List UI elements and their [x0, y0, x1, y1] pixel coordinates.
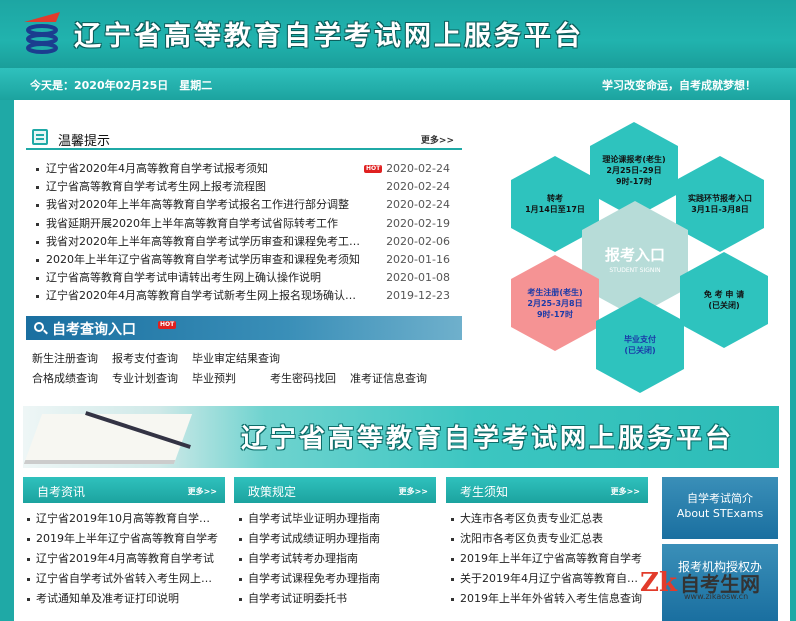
list-item[interactable]: 辽宁省2019年4月高等教育自学考试	[24, 549, 220, 569]
list-item[interactable]: 我省延期开展2020年上半年高等教育自学考试省际转考工作 2020-02-19	[34, 215, 454, 233]
list-item[interactable]: 自学考试证明委托书	[236, 589, 432, 609]
query-link-scores[interactable]: 合格成绩查询	[32, 370, 98, 386]
column-header-candidate-notes: 考生须知 更多>>	[446, 477, 648, 503]
column-more-link[interactable]: 更多>>	[611, 486, 640, 497]
watermark-logo: Zk	[640, 568, 677, 598]
hex-date: 2月25日-29日	[606, 165, 662, 175]
list-item[interactable]: 自学考试毕业证明办理指南	[236, 509, 432, 529]
column-title: 考生须知	[460, 485, 509, 499]
notice-icon	[32, 129, 48, 145]
hex-date: 1月14日至17日	[525, 205, 585, 214]
hex-label: 毕业支付	[624, 335, 656, 344]
list-item[interactable]: 大连市各考区负责专业汇总表	[448, 509, 644, 529]
search-icon	[34, 322, 44, 332]
list-item[interactable]: 辽宁省2020年4月高等教育自学考试新考生网上报名现场确认时间安排 2019-12…	[34, 287, 454, 305]
hex-status: (已关闭)	[708, 301, 740, 310]
list-item[interactable]: 自学考试课程免考办理指南	[236, 569, 432, 589]
list-item[interactable]: 自学考试转考办理指南	[236, 549, 432, 569]
query-link-password-recovery[interactable]: 考生密码找回	[270, 370, 336, 386]
hex-center-title: 报考入口	[604, 246, 665, 264]
list-item[interactable]: 2019年上半年辽宁省高等教育自学考	[448, 549, 644, 569]
column-header-policy: 政策规定 更多>>	[234, 477, 436, 503]
list-item[interactable]: 考试通知单及准考证打印说明	[24, 589, 220, 609]
hex-label: 转考	[547, 194, 563, 203]
notice-date: 2020-02-24	[386, 180, 450, 194]
column-title: 自考资讯	[37, 485, 86, 499]
notice-link[interactable]: 辽宁省2020年4月高等教育自学考试新考生网上报名现场确认时间安排	[46, 287, 364, 305]
site-title: 辽宁省高等教育自学考试网上服务平台	[74, 21, 584, 52]
hex-center-subtitle: STUDENT SIGNIN	[609, 267, 661, 274]
query-link-new-registration[interactable]: 新生注册查询	[32, 350, 98, 366]
column-title: 政策规定	[248, 485, 297, 499]
hex-label: 考生注册(老生)	[527, 287, 583, 297]
date-bar: 今天是：2020年02月25日 星期二 学习改变命运，自考成就梦想！	[0, 68, 796, 100]
site-logo-icon	[24, 12, 60, 54]
notice-date: 2020-02-06	[386, 234, 450, 248]
news-list: 辽宁省2019年10月高等教育自学考试 2019年上半年辽宁省高等教育自学考 辽…	[24, 509, 220, 609]
hex-label: 实践环节报考入口	[688, 194, 752, 203]
notice-more-link[interactable]: 更多>>	[421, 133, 454, 146]
list-item[interactable]: 辽宁省高等教育自学考试申请转出考生网上确认操作说明 2020-01-08	[34, 269, 454, 287]
list-item[interactable]: 2020年上半年辽宁省高等教育自学考试学历审查和课程免考须知 2020-01-16	[34, 251, 454, 269]
query-link-graduation-result[interactable]: 毕业审定结果查询	[192, 350, 280, 366]
hex-date: 3月1日-3月8日	[691, 205, 749, 214]
notice-header: 温馨提示 更多>>	[26, 128, 462, 150]
query-link-admission-ticket[interactable]: 准考证信息查询	[350, 370, 427, 386]
notice-date: 2020-02-24	[386, 198, 450, 212]
notice-link[interactable]: 我省对2020年上半年高等教育自学考试学历审查和课程免考工作进行调整	[46, 233, 364, 251]
notice-link[interactable]: 辽宁省高等教育自学考试考生网上报考流程图	[46, 178, 364, 196]
notice-list: 辽宁省2020年4月高等教育自学考试报考须知 HOT 2020-02-24 辽宁省高…	[34, 160, 454, 306]
list-item[interactable]: 辽宁省高等教育自学考试考生网上报考流程图 2020-02-24	[34, 178, 454, 196]
about-exams-label-cn: 自学考试简介	[687, 492, 753, 505]
notice-date: 2020-02-24	[386, 162, 450, 175]
list-item[interactable]: 我省对2020年上半年高等教育自学考试报名工作进行部分调整 2020-02-24	[34, 196, 454, 214]
list-item[interactable]: 沈阳市各考区负责专业汇总表	[448, 529, 644, 549]
hex-label: 免 考 申 请	[703, 290, 745, 299]
query-link-graduation-forecast[interactable]: 毕业预判	[192, 370, 236, 386]
policy-list: 自学考试毕业证明办理指南 自学考试成绩证明办理指南 自学考试转考办理指南 自学考…	[236, 509, 432, 609]
about-exams-button[interactable]: 自学考试简介 About STExams	[662, 477, 778, 539]
hex-status: (已关闭)	[624, 346, 656, 355]
candidate-notes-list: 大连市各考区负责专业汇总表 沈阳市各考区负责专业汇总表 2019年上半年辽宁省高…	[448, 509, 644, 609]
list-item[interactable]: 我省对2020年上半年高等教育自学考试学历审查和课程免考工作进行调整 2020-0…	[34, 233, 454, 251]
hot-badge: HOT	[364, 165, 383, 173]
notice-date: 2019-12-23	[386, 289, 450, 303]
watermark-url: www.zikaosw.cn	[684, 592, 749, 601]
column-more-link[interactable]: 更多>>	[188, 486, 217, 497]
watermark: Zk 自考生网 www.zikaosw.cn	[640, 566, 792, 606]
query-title: 自考查询入口	[52, 322, 136, 338]
platform-banner: 辽宁省高等教育自学考试网上服务平台	[23, 406, 779, 468]
notice-link[interactable]: 我省对2020年上半年高等教育自学考试报名工作进行部分调整	[46, 196, 364, 214]
hex-label: 理论课报考(老生)	[602, 154, 666, 164]
query-entry-bar: 自考查询入口 HOT	[26, 316, 462, 340]
about-exams-label-en: About STExams	[676, 507, 764, 520]
list-item[interactable]: 2019年上半年辽宁省高等教育自学考	[24, 529, 220, 549]
column-more-link[interactable]: 更多>>	[399, 486, 428, 497]
hot-badge: HOT	[158, 321, 177, 329]
notice-link[interactable]: 我省延期开展2020年上半年高等教育自学考试省际转考工作	[46, 215, 364, 233]
list-item[interactable]: 辽宁省2020年4月高等教育自学考试报考须知 HOT 2020-02-24	[34, 160, 454, 178]
list-item[interactable]: 关于2019年4月辽宁省高等教育自学考	[448, 569, 644, 589]
notice-date: 2020-02-19	[386, 216, 450, 230]
notice-date: 2020-01-16	[386, 252, 450, 266]
list-item[interactable]: 辽宁省自学考试外省转入考生网上确认	[24, 569, 220, 589]
notice-link[interactable]: 辽宁省高等教育自学考试申请转出考生网上确认操作说明	[46, 269, 364, 287]
hex-time: 9时-17时	[536, 309, 574, 319]
list-item[interactable]: 2019年上半年外省转入考生信息查询	[448, 589, 644, 609]
list-item[interactable]: 辽宁省2019年10月高等教育自学考试	[24, 509, 220, 529]
notice-title: 温馨提示	[58, 134, 111, 149]
query-link-payment[interactable]: 报考支付查询	[112, 350, 178, 366]
current-date: 今天是：2020年02月25日 星期二	[30, 79, 213, 92]
banner-title: 辽宁省高等教育自学考试网上服务平台	[241, 424, 735, 454]
list-item[interactable]: 自学考试成绩证明办理指南	[236, 529, 432, 549]
slogan: 学习改变命运，自考成就梦想！	[602, 79, 756, 92]
notice-date: 2020-01-08	[386, 271, 450, 285]
site-header: 辽宁省高等教育自学考试网上服务平台	[0, 0, 796, 68]
query-link-major-plan[interactable]: 专业计划查询	[112, 370, 178, 386]
column-header-news: 自考资讯 更多>>	[23, 477, 225, 503]
notice-link[interactable]: 辽宁省2020年4月高等教育自学考试报考须知	[46, 160, 364, 178]
hex-date: 2月25-3月8日	[527, 298, 583, 308]
hex-time: 9时-17时	[615, 176, 653, 186]
notice-link[interactable]: 2020年上半年辽宁省高等教育自学考试学历审查和课程免考须知	[46, 251, 364, 269]
